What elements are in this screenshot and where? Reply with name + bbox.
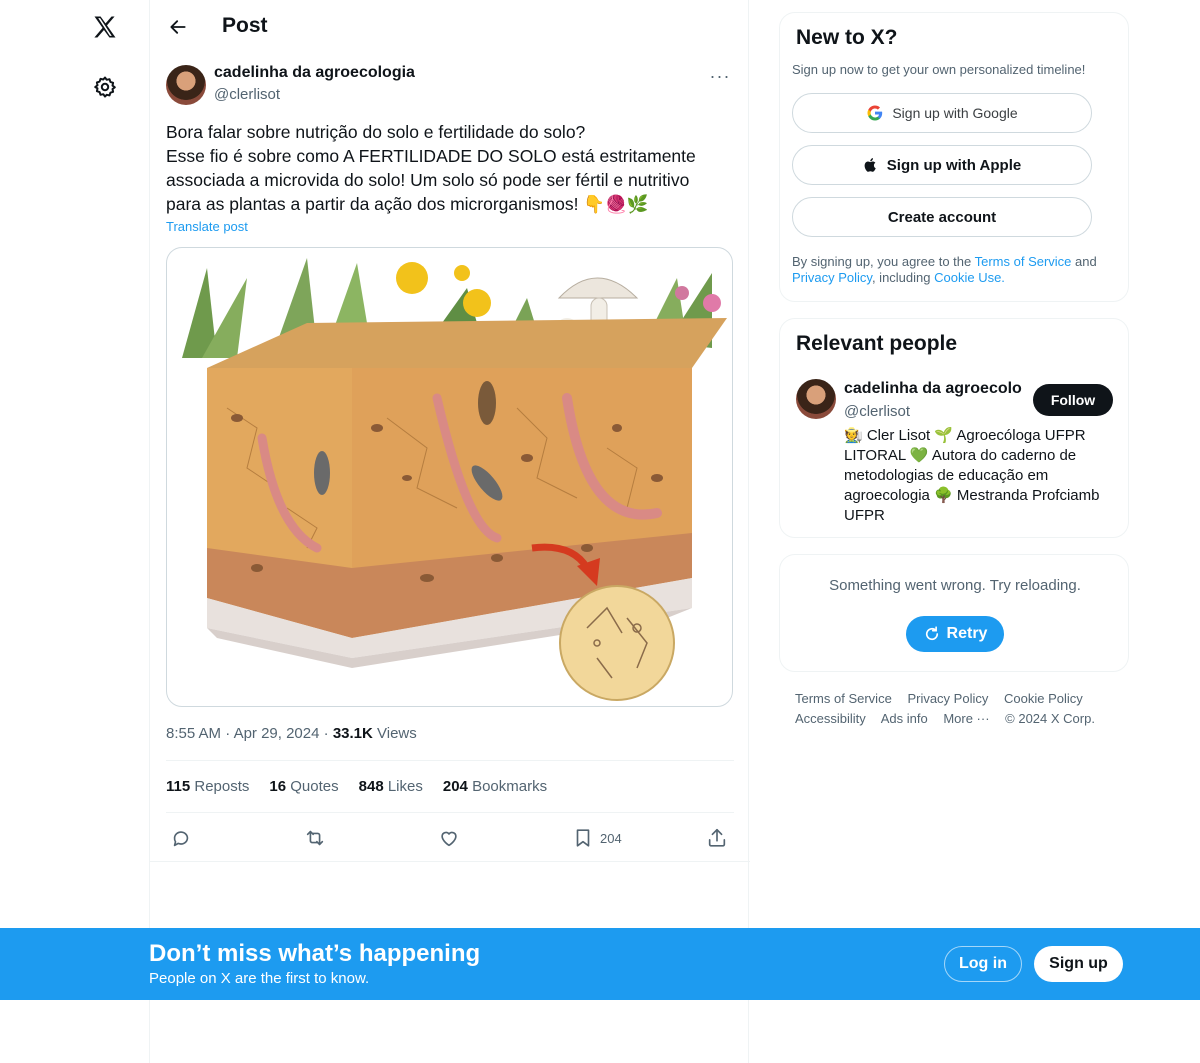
author-handle[interactable]: @clerlisot — [214, 86, 280, 103]
footer-link[interactable]: Accessibility — [795, 711, 866, 726]
post-text-line: Bora falar sobre nutrição do solo e fert… — [166, 122, 586, 142]
bookmark-button[interactable]: 204 — [572, 824, 622, 852]
more-options-button[interactable]: ··· — [706, 66, 734, 86]
retry-label: Retry — [946, 625, 988, 642]
google-signup-button[interactable]: Sign up with Google — [792, 93, 1092, 133]
divider — [166, 760, 734, 761]
main-column: Post cadelinha da agroecologia @clerliso… — [149, 0, 750, 1063]
divider — [150, 861, 750, 862]
footer-link[interactable]: Cookie Policy — [1004, 691, 1083, 706]
privacy-link[interactable]: Privacy Policy — [792, 270, 872, 285]
post-meta: 8:55 AM · Apr 29, 2024 · 33.1K Views — [166, 725, 417, 742]
footer-link[interactable]: Ads info — [881, 711, 928, 726]
post-actions: 204 — [166, 824, 734, 852]
views-count: 33.1K — [332, 725, 373, 742]
like-icon[interactable] — [438, 824, 460, 852]
author-name[interactable]: cadelinha da agroecologia — [214, 64, 415, 82]
signup-subtitle: Sign up now to get your own personalized… — [792, 62, 1086, 77]
left-nav — [0, 0, 150, 1063]
page-title: Post — [222, 14, 268, 37]
post-text: Bora falar sobre nutrição do solo e fert… — [166, 120, 726, 216]
footer-links: Terms of Service Privacy Policy Cookie P… — [795, 689, 1125, 729]
footer-link[interactable]: More ··· — [943, 711, 989, 726]
x-logo-icon[interactable] — [88, 10, 122, 44]
terms-link[interactable]: Terms of Service — [975, 254, 1072, 269]
post-image[interactable] — [166, 247, 733, 707]
signup-card-title: New to X? — [796, 26, 898, 49]
bookmark-count: 204 — [600, 830, 622, 846]
person-name[interactable]: cadelinha da agroecologia — [844, 380, 1022, 398]
retry-button[interactable]: Retry — [906, 616, 1004, 652]
post-author: cadelinha da agroecologia @clerlisot ··· — [166, 64, 734, 108]
repost-icon[interactable] — [304, 824, 326, 852]
avatar[interactable] — [166, 65, 206, 105]
likes-stat[interactable]: 848 Likes — [359, 778, 423, 795]
follow-button[interactable]: Follow — [1033, 384, 1113, 416]
soil-illustration — [182, 258, 727, 701]
post-text-line: Esse fio é sobre como A FERTILIDADE DO S… — [166, 146, 696, 214]
person-bio: 🧑‍🌾 Cler Lisot 🌱 Agroecóloga UFPR LITORA… — [844, 427, 1100, 524]
post-stats: 115 Reposts 16 Quotes 848 Likes 204 Book… — [166, 778, 547, 795]
post-time[interactable]: 8:55 AM — [166, 725, 221, 742]
copyright: © 2024 X Corp. — [1005, 711, 1095, 726]
bottom-signup-banner: Don’t miss what’s happening People on X … — [0, 928, 1200, 1000]
footer-link[interactable]: Terms of Service — [795, 691, 892, 706]
login-button[interactable]: Log in — [944, 946, 1022, 982]
error-message: Something went wrong. Try reloading. — [829, 577, 1081, 594]
signup-legal-text: By signing up, you agree to the Terms of… — [792, 254, 1097, 285]
bookmark-icon — [576, 829, 590, 847]
bookmarks-stat[interactable]: 204 Bookmarks — [443, 778, 547, 795]
footer-link[interactable]: Privacy Policy — [907, 691, 988, 706]
reply-icon[interactable] — [170, 824, 192, 852]
reposts-stat[interactable]: 115 Reposts — [166, 778, 249, 795]
quotes-stat[interactable]: 16 Quotes — [269, 778, 338, 795]
apple-signup-label: Sign up with Apple — [886, 156, 1022, 174]
cookie-link[interactable]: Cookie Use. — [934, 270, 1005, 285]
translate-post-link[interactable]: Translate post — [166, 219, 248, 234]
create-account-button[interactable]: Create account — [792, 197, 1092, 237]
trends-error-card: Something went wrong. Try reloading. Ret… — [779, 554, 1129, 672]
relevant-people-card: Relevant people cadelinha da agroecologi… — [779, 318, 1129, 538]
avatar[interactable] — [796, 379, 836, 419]
gear-icon[interactable] — [88, 70, 122, 104]
post-header: Post — [150, 0, 750, 53]
signup-button[interactable]: Sign up — [1034, 946, 1123, 982]
views-label: Views — [377, 725, 417, 742]
refresh-icon — [925, 626, 938, 641]
relevant-people-title: Relevant people — [796, 332, 958, 355]
post-date[interactable]: Apr 29, 2024 — [234, 725, 320, 742]
share-icon[interactable] — [706, 824, 728, 852]
banner-subtitle: People on X are the first to know. — [149, 970, 370, 987]
person-handle[interactable]: @clerlisot — [844, 403, 910, 420]
arrow-left-icon[interactable] — [162, 11, 194, 43]
signup-card: New to X? Sign up now to get your own pe… — [779, 12, 1129, 302]
google-signup-label: Sign up with Google — [892, 105, 1018, 121]
google-icon — [867, 105, 883, 121]
banner-title: Don’t miss what’s happening — [149, 940, 481, 967]
apple-icon — [864, 158, 876, 172]
divider — [166, 812, 734, 813]
apple-signup-button[interactable]: Sign up with Apple — [792, 145, 1092, 185]
